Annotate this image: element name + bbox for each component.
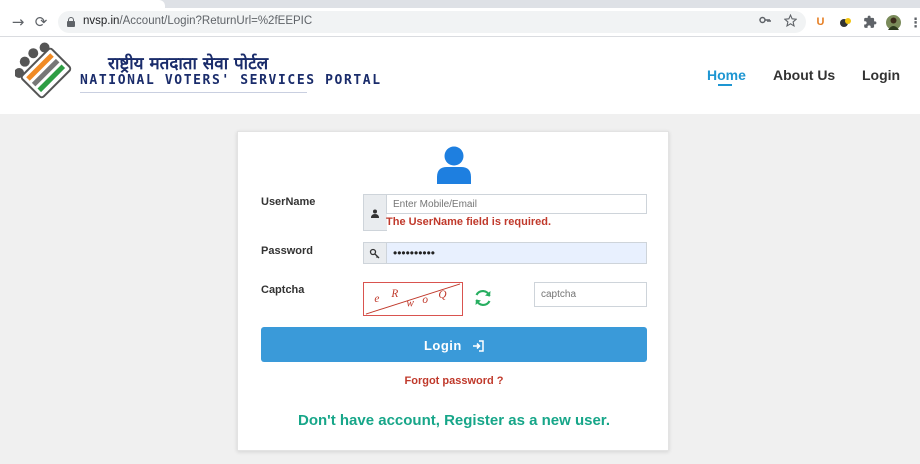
user-small-icon	[371, 209, 379, 218]
lock-icon[interactable]	[67, 17, 75, 27]
url-path: /Account/Login?ReturnUrl=%2fEEPIC	[119, 15, 313, 27]
user-icon	[437, 146, 471, 184]
reload-icon[interactable]: ⟳	[33, 14, 49, 30]
captcha-char: e	[374, 293, 379, 305]
username-input[interactable]	[386, 194, 647, 214]
url-host: nvsp.in	[83, 15, 120, 27]
menu-icon[interactable]: ⋮	[908, 15, 920, 30]
brand-divider	[80, 92, 307, 93]
username-label: UserName	[261, 196, 316, 208]
back-arrow-icon[interactable]: →	[10, 14, 26, 30]
site-header: राष्ट्रीय मतदाता सेवा पोर्टल NATIONAL VO…	[0, 37, 920, 114]
active-tab[interactable]	[0, 0, 165, 8]
captcha-label: Captcha	[261, 284, 305, 296]
password-addon	[363, 242, 387, 264]
nvsp-logo[interactable]	[15, 42, 77, 104]
captcha-char: w	[406, 298, 414, 310]
nav-home[interactable]: Home	[707, 67, 746, 83]
nav-login[interactable]: Login	[862, 67, 900, 83]
login-button-label: Login	[423, 338, 462, 354]
captcha-char: o	[422, 294, 428, 306]
captcha-image: e R w o Q	[363, 282, 463, 316]
sign-in-icon	[473, 339, 484, 352]
brand-title-hindi: राष्ट्रीय मतदाता सेवा पोर्टल	[108, 54, 269, 74]
password-label: Password	[261, 245, 313, 257]
key-icon[interactable]	[759, 14, 771, 29]
browser-tab-strip	[0, 0, 920, 8]
puzzle-icon[interactable]	[862, 15, 877, 30]
username-error: The UserName field is required.	[386, 216, 552, 228]
captcha-char: Q	[438, 289, 446, 301]
key-small-icon	[369, 248, 380, 259]
username-addon	[363, 194, 387, 231]
address-bar[interactable]: nvsp.in/Account/Login?ReturnUrl=%2fEEPIC	[58, 11, 806, 33]
extension-u-icon[interactable]: U	[813, 15, 828, 30]
login-button[interactable]: Login	[261, 327, 647, 362]
star-icon[interactable]	[783, 13, 798, 30]
nav-about-us[interactable]: About Us	[773, 67, 835, 83]
nav-home-underline	[718, 84, 732, 86]
brand-title-english: NATIONAL VOTERS' SERVICES PORTAL	[80, 73, 382, 88]
captcha-char: R	[390, 288, 398, 300]
browser-toolbar: → ⟳ nvsp.in/Account/Login?ReturnUrl=%2fE…	[0, 8, 920, 37]
register-link[interactable]: Don't have account, Register as a new us…	[238, 412, 670, 429]
forgot-password-link[interactable]: Forgot password ?	[238, 375, 670, 387]
captcha-input[interactable]	[534, 282, 647, 307]
profile-avatar-icon[interactable]	[886, 15, 901, 30]
url-text[interactable]: nvsp.in/Account/Login?ReturnUrl=%2fEEPIC	[83, 15, 312, 27]
refresh-captcha-icon[interactable]	[473, 288, 493, 308]
login-card: UserName The UserName field is required.…	[237, 131, 669, 451]
password-input[interactable]: ••••••••••	[386, 242, 647, 264]
extension-icon[interactable]	[838, 15, 853, 30]
